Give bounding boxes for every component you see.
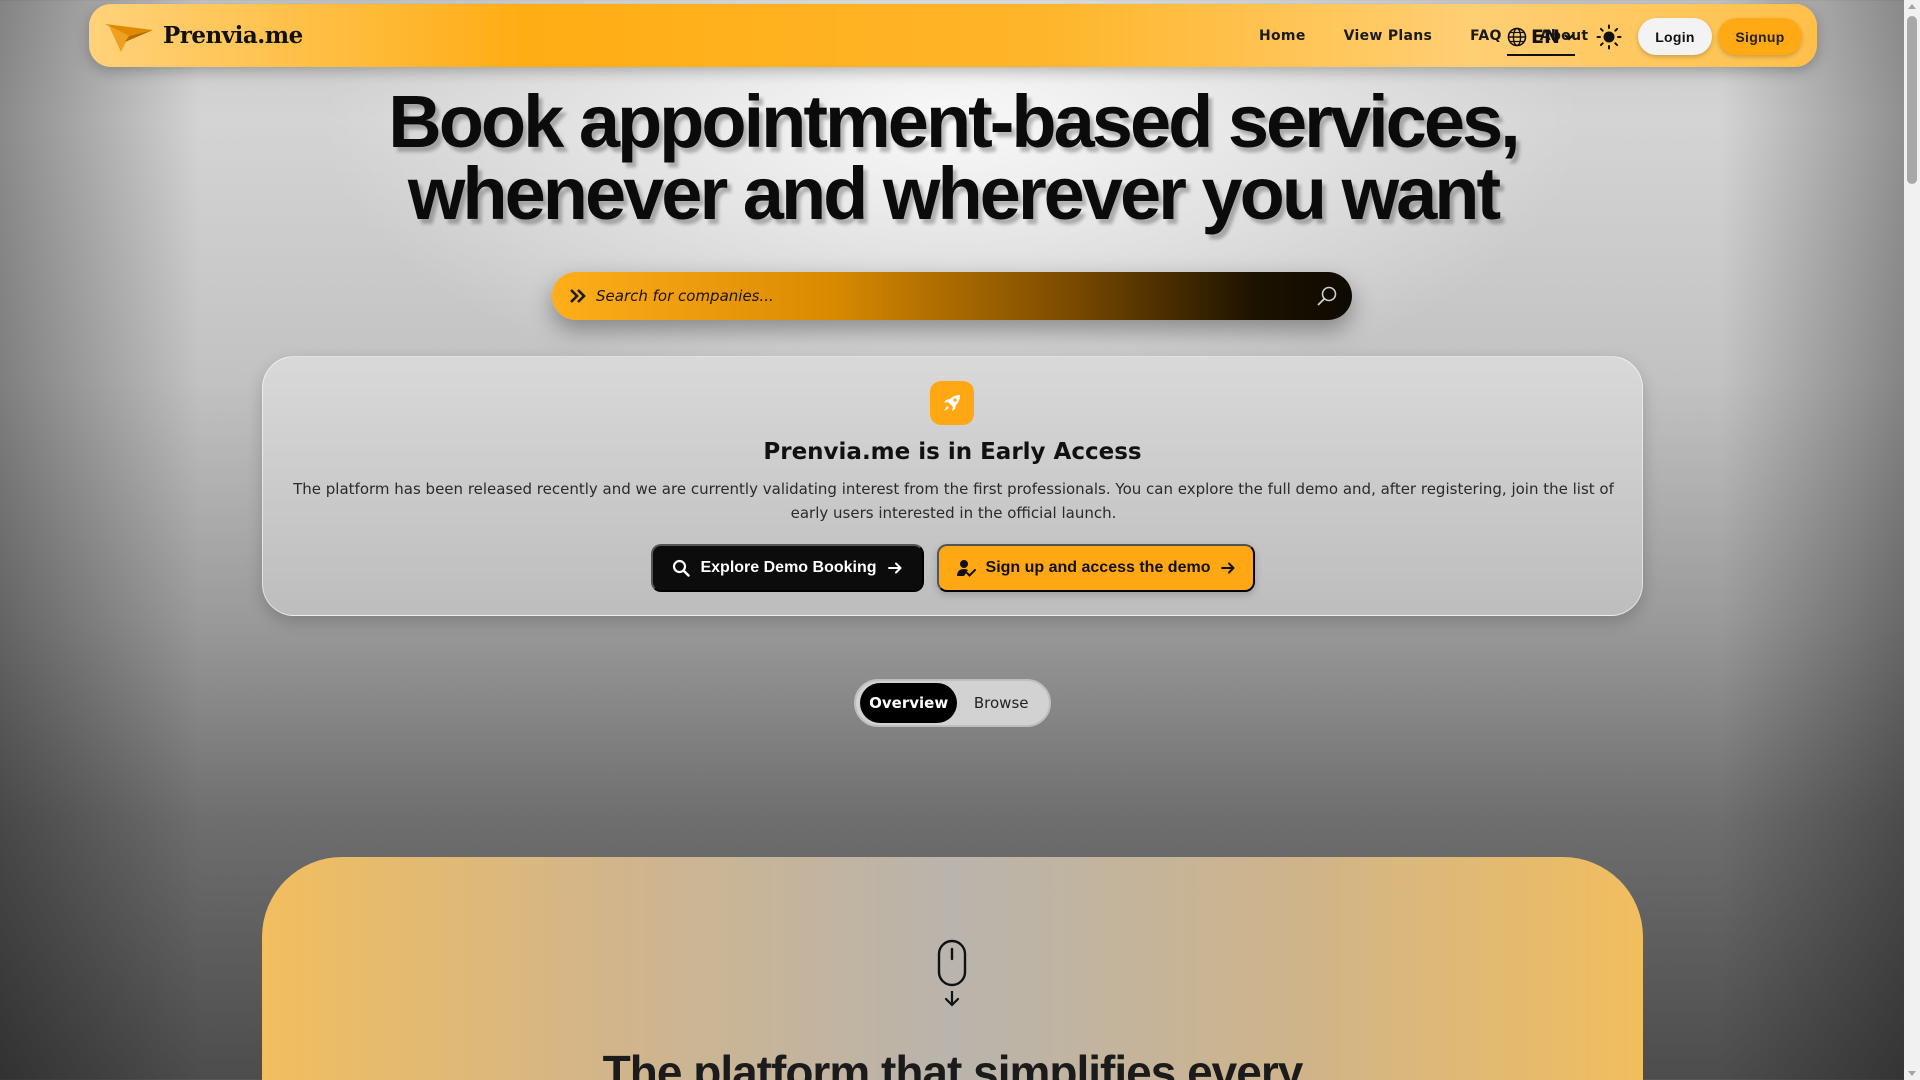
nav-faq-link[interactable]: FAQ (1470, 28, 1502, 44)
explore-demo-button[interactable]: Explore Demo Booking (651, 544, 924, 592)
page-scrollbar[interactable] (1904, 0, 1920, 1080)
tab-overview[interactable]: Overview (860, 683, 958, 723)
paper-plane-logo-icon (105, 23, 153, 52)
scroll-mouse-icon (937, 939, 967, 1007)
rocket-icon (944, 395, 960, 411)
platform-section: The platform that simplifies every (262, 857, 1643, 1080)
signup-button[interactable]: Signup (1718, 18, 1802, 55)
sun-icon[interactable] (1596, 24, 1622, 50)
tab-browse[interactable]: Browse (957, 683, 1045, 723)
scrollbar-thumb[interactable] (1907, 16, 1917, 184)
scroll-up-arrow-icon[interactable] (1908, 4, 1916, 9)
rocket-badge (930, 381, 974, 425)
globe-icon (1507, 27, 1527, 47)
brand-name: Prenvia.me (163, 22, 303, 49)
nav-home-link[interactable]: Home (1259, 28, 1306, 44)
hero-title-line-2: whenever and wherever you want (407, 152, 1501, 235)
double-chevron-right-icon (570, 289, 586, 303)
early-access-card: Prenvia.me is in Early Access The platfo… (262, 356, 1643, 616)
search-input[interactable] (596, 287, 1296, 305)
arrow-right-icon (887, 562, 902, 574)
hero-title: Book appointment-based services, wheneve… (0, 85, 1906, 231)
company-search-bar (552, 272, 1352, 320)
user-check-icon (956, 560, 976, 577)
hero-title-line-1: Book appointment-based services, (388, 80, 1520, 163)
section-heading: The platform that simplifies every (602, 1046, 1304, 1080)
language-selector[interactable]: EN (1507, 22, 1575, 56)
magnifier-icon (673, 559, 691, 577)
language-code: EN (1531, 26, 1560, 48)
login-button[interactable]: Login (1638, 18, 1712, 55)
chevron-down-icon (1564, 34, 1574, 41)
early-access-description: The platform has been released recently … (293, 480, 1614, 522)
early-access-title: Prenvia.me is in Early Access (763, 439, 1142, 465)
nav-view-plans-link[interactable]: View Plans (1344, 28, 1433, 44)
brand-link[interactable]: Prenvia.me (103, 16, 303, 56)
top-navbar: Prenvia.me Home View Plans FAQ About EN (89, 4, 1817, 67)
view-tabs: Overview Browse (854, 679, 1051, 727)
search-icon[interactable] (1316, 285, 1338, 307)
signup-access-demo-button[interactable]: Sign up and access the demo (937, 544, 1255, 592)
signup-access-label: Sign up and access the demo (985, 559, 1211, 576)
explore-demo-label: Explore Demo Booking (700, 559, 877, 576)
scroll-down-arrow-icon[interactable] (1908, 1071, 1916, 1076)
arrow-right-icon (1221, 562, 1235, 574)
